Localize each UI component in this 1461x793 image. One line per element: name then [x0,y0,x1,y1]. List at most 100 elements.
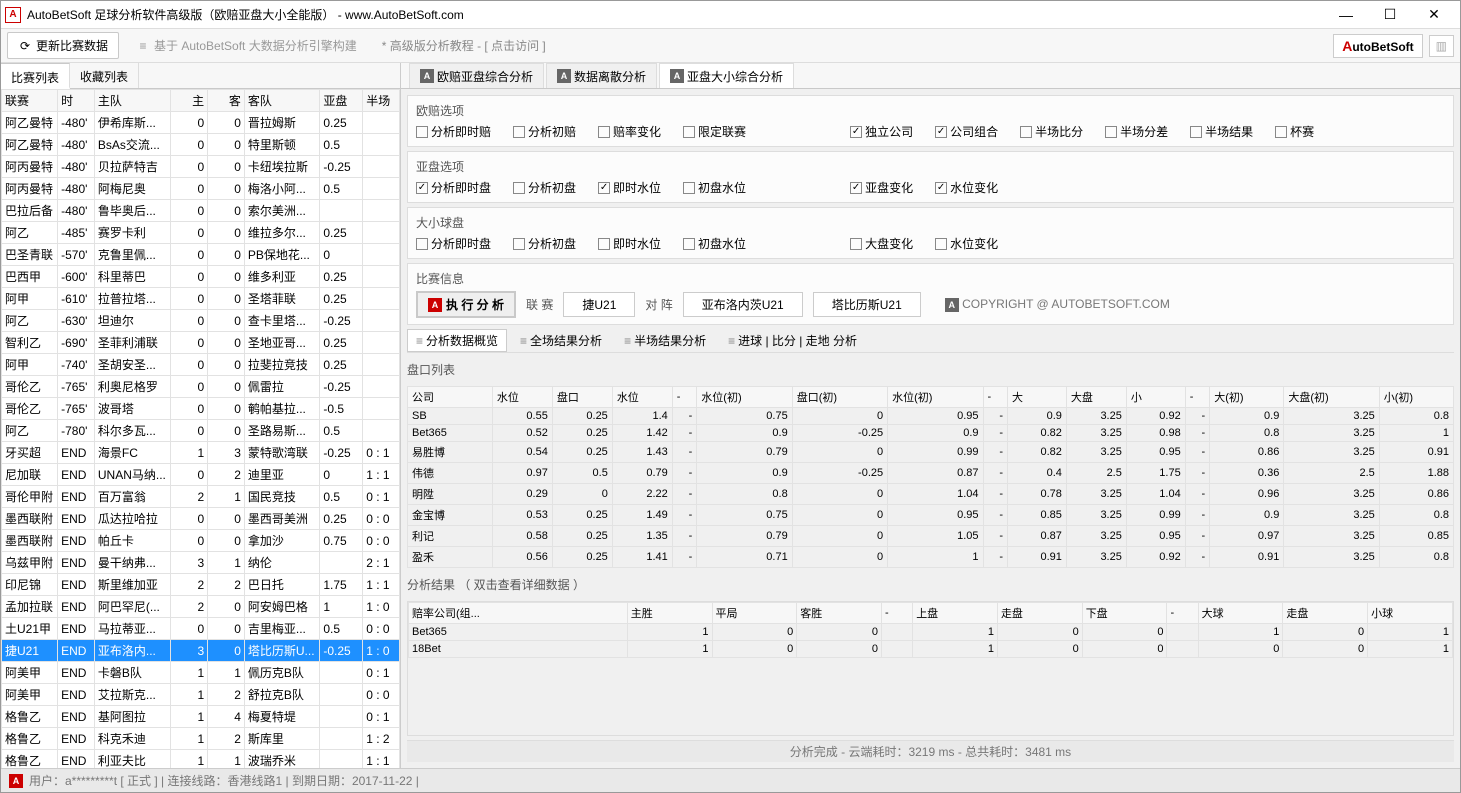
checkbox-option[interactable]: ✓公司组合 [935,123,998,140]
odds-col-header[interactable]: 大(初) [1210,387,1284,408]
result-col-header[interactable]: 客胜 [797,603,882,624]
match-row[interactable]: 土U21甲END马拉蒂亚...00吉里梅亚...0.50 : 0 [2,618,400,640]
odds-row[interactable]: 盈禾0.560.251.41-0.7101-0.913.250.92-0.913… [408,547,1454,568]
checkbox-option[interactable]: ✓即时水位 [598,179,661,196]
result-col-header[interactable]: 主胜 [627,603,712,624]
sub-tab[interactable]: ≡进球 | 比分 | 走地 分析 [719,329,866,352]
tutorial-link[interactable]: * 高级版分析教程 - [ 点击访问 ] [382,37,546,54]
result-col-header[interactable]: 平局 [712,603,797,624]
min-button[interactable]: — [1324,1,1368,28]
checkbox-option[interactable]: 大盘变化 [850,235,913,252]
result-col-header[interactable]: 上盘 [913,603,998,624]
result-col-header[interactable]: 大球 [1198,603,1283,624]
checkbox-option[interactable]: 半场分差 [1105,123,1168,140]
result-row[interactable]: 18Bet100100001 [409,641,1453,658]
match-row[interactable]: 乌兹甲附END曼干纳弗...31纳伦2 : 1 [2,552,400,574]
match-row[interactable]: 阿乙-780'科尔多瓦...00圣路易斯...0.5 [2,420,400,442]
checkbox-option[interactable]: 分析即时赔 [416,123,491,140]
odds-col-header[interactable]: 大 [1008,387,1067,408]
checkbox-option[interactable]: 分析初盘 [513,179,576,196]
match-row[interactable]: 哥伦乙-765'波哥塔00鹌帕基拉...-0.5 [2,398,400,420]
match-row[interactable]: 阿美甲END艾拉斯克...12舒拉克B队0 : 0 [2,684,400,706]
match-row[interactable]: 格鲁乙END利亚夫比11波瑞乔米1 : 1 [2,750,400,769]
odds-row[interactable]: 利记0.580.251.35-0.7901.05-0.873.250.95-0.… [408,526,1454,547]
match-col-header[interactable]: 亚盘 [320,90,363,112]
match-col-header[interactable]: 主队 [94,90,171,112]
match-row[interactable]: 墨西联附END帕丘卡00拿加沙0.750 : 0 [2,530,400,552]
match-col-header[interactable]: 半场 [363,90,400,112]
match-row[interactable]: 捷U21END亚布洛内...30塔比历斯U...-0.251 : 0 [2,640,400,662]
match-row[interactable]: 阿甲-740'圣胡安圣...00拉斐拉竞技0.25 [2,354,400,376]
checkbox-option[interactable]: ✓独立公司 [850,123,913,140]
checkbox-option[interactable]: 赔率变化 [598,123,661,140]
match-row[interactable]: 格鲁乙END基阿图拉14梅夏特堤0 : 1 [2,706,400,728]
odds-row[interactable]: SB0.550.251.4-0.7500.95-0.93.250.92-0.93… [408,408,1454,425]
odds-col-header[interactable]: 水位 [612,387,672,408]
match-row[interactable]: 墨西联附END瓜达拉哈拉00墨西哥美洲0.250 : 0 [2,508,400,530]
match-row[interactable]: 牙买超END海景FC13蒙特歌湾联-0.250 : 1 [2,442,400,464]
match-col-header[interactable]: 客队 [244,90,320,112]
match-col-header[interactable]: 联赛 [2,90,58,112]
match-row[interactable]: 孟加拉联END阿巴罕尼(...20阿安姆巴格11 : 0 [2,596,400,618]
sub-tab[interactable]: ≡全场结果分析 [511,329,611,352]
checkbox-option[interactable]: 分析初赔 [513,123,576,140]
sub-tab[interactable]: ≡分析数据概览 [407,329,507,352]
result-col-header[interactable]: 走盘 [1283,603,1368,624]
book-icon[interactable]: ▥ [1429,35,1454,57]
result-col-header[interactable]: 小球 [1368,603,1453,624]
odds-col-header[interactable]: 小 [1126,387,1185,408]
refresh-button[interactable]: ⟳更新比赛数据 [7,32,119,59]
match-row[interactable]: 智利乙-690'圣菲利浦联00圣地亚哥...0.25 [2,332,400,354]
odds-col-header[interactable]: 盘口 [552,387,612,408]
result-col-header[interactable]: - [1167,603,1198,624]
match-row[interactable]: 尼加联ENDUNAN马纳...02迪里亚01 : 1 [2,464,400,486]
result-table[interactable]: 赔率公司(组...主胜平局客胜-上盘走盘下盘-大球走盘小球 Bet3651001… [408,602,1453,658]
checkbox-option[interactable]: ✓分析即时盘 [416,179,491,196]
match-row[interactable]: 阿乙曼特-480'伊希库斯...00晋拉姆斯0.25 [2,112,400,134]
main-tab[interactable]: A欧赔亚盘综合分析 [409,63,544,88]
odds-col-header[interactable]: - [983,387,1008,408]
match-row[interactable]: 阿丙曼特-480'贝拉萨特吉00卡纽埃拉斯-0.25 [2,156,400,178]
close-button[interactable]: ✕ [1412,1,1456,28]
checkbox-option[interactable]: ✓亚盘变化 [850,179,913,196]
odds-col-header[interactable]: 盘口(初) [792,387,887,408]
odds-col-header[interactable]: 公司 [408,387,493,408]
result-col-header[interactable]: 走盘 [997,603,1082,624]
odds-col-header[interactable]: 水位(初) [888,387,983,408]
result-col-header[interactable]: - [882,603,913,624]
match-row[interactable]: 阿乙曼特-480'BsAs交流...00特里斯顿0.5 [2,134,400,156]
odds-row[interactable]: 易胜博0.540.251.43-0.7900.99-0.823.250.95-0… [408,442,1454,463]
tab-match-list[interactable]: 比赛列表 [1,63,70,89]
checkbox-option[interactable]: 限定联赛 [683,123,746,140]
match-col-header[interactable]: 客 [208,90,245,112]
tab-fav-list[interactable]: 收藏列表 [70,63,139,88]
match-row[interactable]: 哥伦乙-765'利奥尼格罗00佩雷拉-0.25 [2,376,400,398]
checkbox-option[interactable]: 水位变化 [935,235,998,252]
odds-row[interactable]: Bet3650.520.251.42-0.9-0.250.9-0.823.250… [408,425,1454,442]
match-row[interactable]: 巴圣青联-570'克鲁里佩...00PB保地花...0 [2,244,400,266]
odds-col-header[interactable]: 小(初) [1379,387,1453,408]
match-row[interactable]: 哥伦甲附END百万富翁21国民竞技0.50 : 1 [2,486,400,508]
result-col-header[interactable]: 赔率公司(组... [409,603,628,624]
match-row[interactable]: 阿乙-485'赛罗卡利00维拉多尔...0.25 [2,222,400,244]
match-row[interactable]: 阿美甲END卡磐B队11佩历克B队0 : 1 [2,662,400,684]
match-row[interactable]: 阿甲-610'拉普拉塔...00圣塔菲联0.25 [2,288,400,310]
main-tab[interactable]: A数据离散分析 [546,63,657,88]
odds-col-header[interactable]: 水位(初) [697,387,792,408]
checkbox-option[interactable]: 初盘水位 [683,235,746,252]
checkbox-option[interactable]: 初盘水位 [683,179,746,196]
max-button[interactable]: ☐ [1368,1,1412,28]
odds-col-header[interactable]: 大盘(初) [1284,387,1379,408]
checkbox-option[interactable]: 半场结果 [1190,123,1253,140]
checkbox-option[interactable]: 分析即时盘 [416,235,491,252]
checkbox-option[interactable]: 分析初盘 [513,235,576,252]
odds-row[interactable]: 明陞0.2902.22-0.801.04-0.783.251.04-0.963.… [408,484,1454,505]
odds-col-header[interactable]: - [1185,387,1210,408]
checkbox-option[interactable]: 即时水位 [598,235,661,252]
result-row[interactable]: Bet365100100101 [409,624,1453,641]
odds-row[interactable]: 伟德0.970.50.79-0.9-0.250.87-0.42.51.75-0.… [408,463,1454,484]
sub-tab[interactable]: ≡半场结果分析 [615,329,715,352]
match-row[interactable]: 阿乙-630'坦迪尔00查卡里塔...-0.25 [2,310,400,332]
checkbox-option[interactable]: ✓水位变化 [935,179,998,196]
match-col-header[interactable]: 时 [58,90,95,112]
